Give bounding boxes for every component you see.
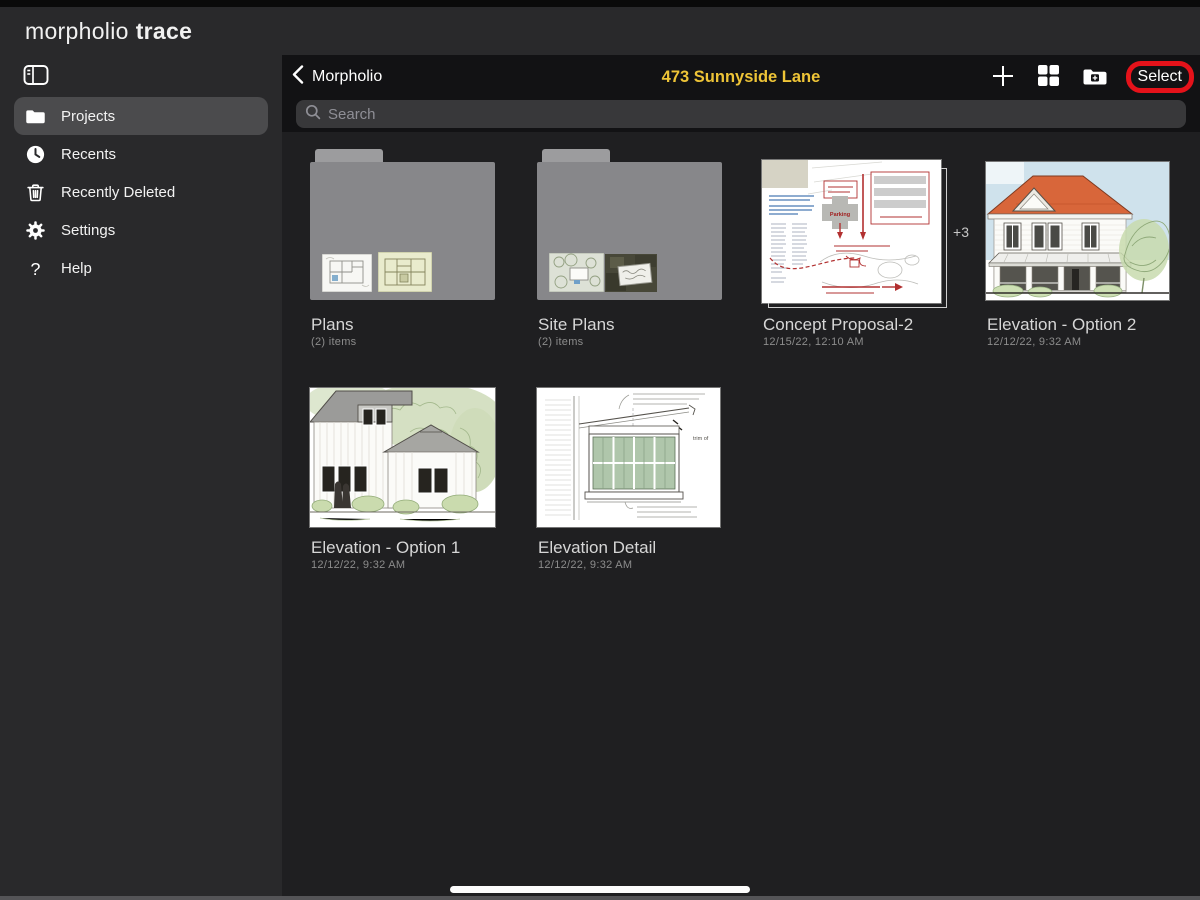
svg-text:trim of: trim of (693, 436, 709, 442)
card-title: Elevation - Option 1 (311, 538, 460, 558)
concept-proposal-thumbnail: Parking (762, 160, 941, 303)
card-subtitle: 12/12/22, 9:32 AM (311, 559, 405, 571)
more-pages-badge: +3 (953, 224, 969, 240)
folder-tab (315, 149, 383, 162)
svg-text:Parking: Parking (830, 212, 850, 218)
elevation-option-2-thumbnail (986, 162, 1169, 300)
select-button[interactable]: Select (1138, 68, 1182, 86)
home-indicator[interactable] (450, 886, 750, 893)
folder-thumbnail (310, 149, 495, 300)
logo-part-2: trace (136, 18, 192, 45)
search-icon (305, 104, 321, 125)
sidebar-item-projects[interactable]: Projects (14, 97, 268, 135)
mini-aerial-photo (605, 254, 657, 292)
sketch-card-concept-proposal-2[interactable]: Parking (762, 149, 947, 354)
card-subtitle: 12/12/22, 9:32 AM (987, 336, 1081, 348)
select-annotation-ring: Select (1126, 61, 1194, 93)
sidebar: Projects Recents Recently Deleted (0, 55, 282, 900)
mini-floor-plan-yellow (378, 252, 432, 292)
sidebar-item-label: Recents (61, 146, 116, 163)
folder-icon (25, 106, 46, 127)
card-subtitle: 12/15/22, 12:10 AM (763, 336, 864, 348)
sidebar-item-settings[interactable]: Settings (0, 211, 282, 249)
new-folder-icon (1082, 65, 1108, 90)
folder-body (537, 162, 722, 300)
folder-thumbnail (537, 149, 722, 300)
app-window: morpholio trace Projects (0, 0, 1200, 900)
sidebar-toggle-icon[interactable] (23, 63, 49, 87)
search-bar[interactable] (296, 100, 1186, 128)
status-bar (0, 0, 1200, 7)
screen-bottom-edge (0, 896, 1200, 900)
gear-icon (25, 220, 46, 241)
grid-view-icon (1037, 64, 1060, 90)
card-subtitle: 12/12/22, 9:32 AM (538, 559, 632, 571)
sidebar-item-label: Recently Deleted (61, 184, 175, 201)
sidebar-item-help[interactable]: ? Help (0, 249, 282, 287)
sketch-card-elevation-option-1[interactable]: Elevation - Option 1 12/12/22, 9:32 AM (310, 388, 495, 578)
search-input[interactable] (328, 106, 1177, 123)
card-title: Concept Proposal-2 (763, 315, 913, 335)
folder-tab (542, 149, 610, 162)
sidebar-item-recents[interactable]: Recents (0, 135, 282, 173)
trash-icon (25, 182, 46, 203)
sidebar-item-label: Settings (61, 222, 115, 239)
plus-icon (991, 64, 1015, 91)
back-label: Morpholio (312, 68, 382, 86)
elevation-detail-thumbnail: trim of (537, 388, 720, 527)
logo-part-1: morpholio (25, 18, 129, 45)
mini-site-plan-sketch (549, 253, 604, 292)
card-title: Site Plans (538, 315, 615, 335)
sketch-card-elevation-detail[interactable]: trim of (537, 388, 722, 578)
folder-card-site-plans[interactable]: Site Plans (2) items (537, 149, 722, 354)
main-panel: Morpholio 473 Sunnyside Lane (282, 55, 1200, 900)
card-title: Plans (311, 315, 354, 335)
new-folder-button[interactable] (1078, 60, 1112, 94)
sidebar-item-recently-deleted[interactable]: Recently Deleted (0, 173, 282, 211)
main-header: Morpholio 473 Sunnyside Lane (282, 55, 1200, 132)
grid-view-button[interactable] (1032, 60, 1066, 94)
question-icon: ? (25, 258, 46, 279)
sketch-card-elevation-option-2[interactable]: Elevation - Option 2 12/12/22, 9:32 AM (986, 149, 1171, 354)
header-actions: Select (986, 60, 1194, 94)
clock-icon (25, 144, 46, 165)
card-subtitle: (2) items (311, 336, 356, 348)
svg-text:?: ? (31, 258, 41, 278)
project-grid: Plans (2) items (282, 132, 1200, 900)
mini-floor-plan-sketch (322, 254, 372, 292)
stacked-pages-thumbnail: Parking (762, 160, 947, 309)
navigation-row: Morpholio 473 Sunnyside Lane (282, 55, 1200, 99)
folder-body (310, 162, 495, 300)
app-logo-bar: morpholio trace (0, 0, 1200, 55)
sidebar-nav: Projects Recents Recently Deleted (0, 97, 282, 287)
sidebar-item-label: Projects (61, 108, 115, 125)
sidebar-item-label: Help (61, 260, 92, 277)
card-title: Elevation - Option 2 (987, 315, 1136, 335)
back-button[interactable]: Morpholio (292, 65, 382, 89)
chevron-left-icon (292, 65, 304, 89)
app-logo: morpholio trace (25, 7, 192, 55)
folder-card-plans[interactable]: Plans (2) items (310, 149, 495, 354)
elevation-option-1-thumbnail (310, 388, 495, 527)
card-subtitle: (2) items (538, 336, 583, 348)
card-title: Elevation Detail (538, 538, 656, 558)
add-button[interactable] (986, 60, 1020, 94)
